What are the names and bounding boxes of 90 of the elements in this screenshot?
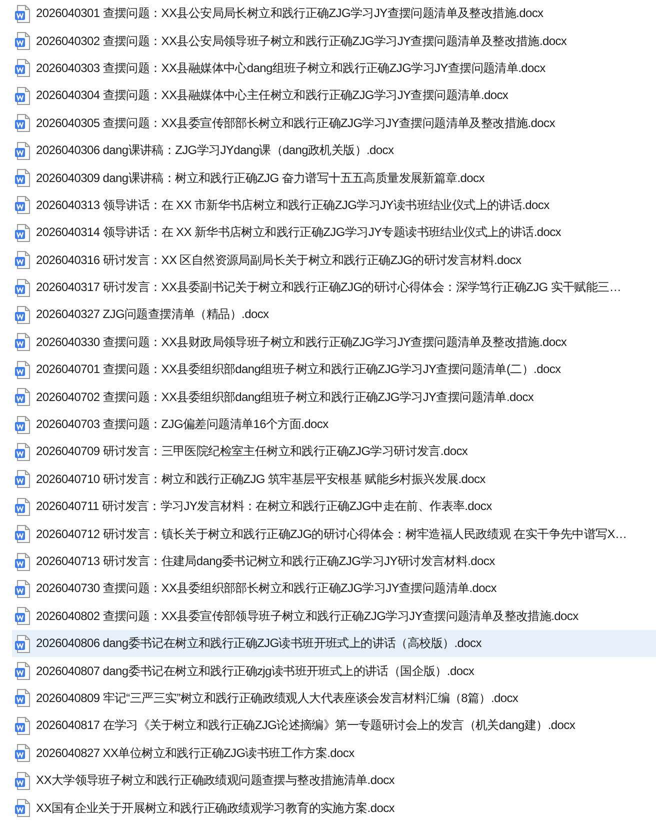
file-name: 2026040703 查摆问题：ZJG偏差问题清单16个方面.docx <box>36 416 328 434</box>
file-row[interactable]: 2026040313 领导讲话：在 XX 市新华书店树立和践行正确ZJG学习JY读书班结业仪式上的讲话.docx <box>12 192 656 220</box>
file-row[interactable]: XX大学领导班子树立和践行正确政绩观问题查摆与整改措施清单.docx <box>12 766 656 794</box>
file-name: 2026040327 ZJG问题查摆清单（精品）.docx <box>36 306 269 324</box>
file-row[interactable]: 2026040807 dang委书记在树立和践行正确zjg读书班开班式上的讲话（国企版）.docx <box>12 657 656 685</box>
document-icon <box>15 634 31 653</box>
document-icon <box>15 442 31 461</box>
file-row[interactable]: 2026040806 dang委书记在树立和践行正确ZJG读书班开班式上的讲话（高校版）.docx <box>12 630 656 658</box>
file-name: 2026040302 查摆问题：XX县公安局领导班子树立和践行正确ZJG学习JY查摆问题清单及整改措施.docx <box>36 32 567 50</box>
file-row[interactable]: 2026040730 查摆问题：XX县委组织部部长树立和践行正确ZJG学习JY查摆问题清单.docx <box>12 575 656 603</box>
document-icon <box>15 744 31 762</box>
file-name: 2026040802 查摆问题：XX县委宣传部领导班子树立和践行正确ZJG学习JY查摆问题清单及整改措施.docx <box>36 608 578 625</box>
file-name: 2026040301 查摆问题：XX县公安局局长树立和践行正确ZJG学习JY查摆问题清单及整改措施.docx <box>36 5 544 22</box>
document-icon <box>15 4 31 23</box>
file-name: 2026040702 查摆问题：XX县委组织部dang组班子树立和践行正确ZJG学习JY查摆问题清单.docx <box>36 388 534 406</box>
file-row[interactable]: XX国有企业关于开展树立和践行正确政绩观学习教育的实施方案.docx <box>12 794 656 822</box>
file-row[interactable]: 2026040817 在学习《关于树立和践行正确ZJG论述摘编》第一专题研讨会上的发言（机关dang建）.docx <box>12 712 656 740</box>
document-icon <box>15 169 31 188</box>
document-icon <box>15 552 31 570</box>
file-name: 2026040809 牢记“三严三实”树立和践行正确政绩观人大代表座谈会发言材料汇编（8篇）.docx <box>36 690 518 707</box>
document-icon <box>15 333 31 352</box>
file-row[interactable]: 2026040709 研讨发言：三甲医院纪检室主任树立和践行正确ZJG学习研讨发言.docx <box>12 438 656 466</box>
document-icon <box>15 251 31 270</box>
file-row[interactable]: 2026040304 查摆问题：XX县融媒体中心主任树立和践行正确ZJG学习JY查摆问题清单.docx <box>12 82 656 110</box>
document-icon <box>15 662 31 680</box>
document-icon <box>15 278 31 297</box>
file-row[interactable]: 2026040701 查摆问题：XX县委组织部dang组班子树立和践行正确ZJG学习JY查摆问题清单(二）.docx <box>12 356 656 384</box>
document-icon <box>15 59 31 78</box>
file-name: 2026040316 研讨发言：XX 区自然资源局副局长关于树立和践行正确ZJG的研讨发言材料.docx <box>36 252 522 269</box>
file-row[interactable]: 2026040302 查摆问题：XX县公安局领导班子树立和践行正确ZJG学习JY查摆问题清单及整改措施.docx <box>12 27 656 55</box>
file-row[interactable]: 2026040827 XX单位树立和践行正确ZJG读书班工作方案.docx <box>12 740 656 767</box>
file-name: 2026040713 研讨发言：住建局dang委书记树立和践行正确ZJG学习JY研讨发言材料.docx <box>36 553 495 570</box>
file-name: 2026040314 领导讲话：在 XX 新华书店树立和践行正确ZJG学习JY专题读书班结业仪式上的讲话.docx <box>36 224 561 242</box>
file-row[interactable]: 2026040309 dang课讲稿：树立和践行正确ZJG 奋力谱写十五五高质量发展新篇章.docx <box>12 164 656 192</box>
file-name: 2026040313 领导讲话：在 XX 市新华书店树立和践行正确ZJG学习JY读书班结业仪式上的讲话.docx <box>36 196 550 214</box>
file-row[interactable]: 2026040802 查摆问题：XX县委宣传部领导班子树立和践行正确ZJG学习JY查摆问题清单及整改措施.docx <box>12 602 656 630</box>
file-name: 2026040306 dang课讲稿：ZJG学习JYdang课（dang政机关版）.docx <box>36 142 394 160</box>
document-icon <box>15 689 31 708</box>
file-row[interactable]: 2026040327 ZJG问题查摆清单（精品）.docx <box>12 301 656 329</box>
document-icon <box>15 360 31 379</box>
file-name: 2026040806 dang委书记在树立和践行正确ZJG读书班开班式上的讲话（高校版）.docx <box>36 635 482 652</box>
file-row[interactable]: 2026040306 dang课讲稿：ZJG学习JYdang课（dang政机关版）.docx <box>12 136 656 164</box>
file-name: 2026040711 研讨发言：学习JY发言材料：在树立和践行正确ZJG中走在前、作表率.docx <box>36 498 492 516</box>
file-name: 2026040710 研讨发言：树立和践行正确ZJG 筑牢基层平安根基 赋能乡村振兴发展.docx <box>36 470 486 488</box>
document-icon <box>15 142 31 160</box>
document-icon <box>15 799 31 818</box>
file-name: 2026040709 研讨发言：三甲医院纪检室主任树立和践行正确ZJG学习研讨发言.docx <box>36 443 468 460</box>
file-row[interactable]: 2026040305 查摆问题：XX县委宣传部部长树立和践行正确ZJG学习JY查摆问题清单及整改措施.docx <box>12 110 656 137</box>
file-row[interactable]: 2026040303 查摆问题：XX县融媒体中心dang组班子树立和践行正确ZJG学习JY查摆问题清单.docx <box>12 54 656 82</box>
document-icon <box>15 525 31 544</box>
document-icon <box>15 580 31 598</box>
file-name: 2026040304 查摆问题：XX县融媒体中心主任树立和践行正确ZJG学习JY查摆问题清单.docx <box>36 87 508 104</box>
file-row[interactable]: 2026040710 研讨发言：树立和践行正确ZJG 筑牢基层平安根基 赋能乡村振兴发展.docx <box>12 466 656 494</box>
file-name: 2026040817 在学习《关于树立和践行正确ZJG论述摘编》第一专题研讨会上的发言（机关dang建）.docx <box>36 717 576 734</box>
file-row[interactable]: 2026040316 研讨发言：XX 区自然资源局副局长关于树立和践行正确ZJG的研讨发言材料.docx <box>12 246 656 274</box>
document-icon <box>15 196 31 214</box>
file-row[interactable]: 2026040703 查摆问题：ZJG偏差问题清单16个方面.docx <box>12 410 656 438</box>
file-row[interactable]: 2026040330 查摆问题：XX县财政局领导班子树立和践行正确ZJG学习JY查摆问题清单及整改措施.docx <box>12 328 656 356</box>
file-name: 2026040730 查摆问题：XX县委组织部部长树立和践行正确ZJG学习JY查摆问题清单.docx <box>36 580 496 598</box>
file-name: 2026040303 查摆问题：XX县融媒体中心dang组班子树立和践行正确ZJG学习JY查摆问题清单.docx <box>36 60 546 77</box>
document-icon <box>15 388 31 406</box>
document-icon <box>15 224 31 242</box>
file-row[interactable]: 2026040301 查摆问题：XX县公安局局长树立和践行正确ZJG学习JY查摆问题清单及整改措施.docx <box>12 0 656 28</box>
document-icon <box>15 716 31 735</box>
file-name: 2026040309 dang课讲稿：树立和践行正确ZJG 奋力谱写十五五高质量发展新篇章.docx <box>36 170 484 187</box>
file-name: 2026040827 XX单位树立和践行正确ZJG读书班工作方案.docx <box>36 744 354 762</box>
document-icon <box>15 416 31 434</box>
document-icon <box>15 772 31 790</box>
document-icon <box>15 607 31 626</box>
file-row[interactable]: 2026040702 查摆问题：XX县委组织部dang组班子树立和践行正确ZJG学习JY查摆问题清单.docx <box>12 383 656 411</box>
document-icon <box>15 32 31 50</box>
file-row[interactable]: 2026040314 领导讲话：在 XX 新华书店树立和践行正确ZJG学习JY专题读书班结业仪式上的讲话.docx <box>12 219 656 247</box>
file-name: 2026040317 研讨发言：XX县委副书记关于树立和践行正确ZJG的研讨心得体会：深学笃行正确ZJG 实干赋能三… <box>36 279 622 296</box>
file-name: 2026040330 查摆问题：XX县财政局领导班子树立和践行正确ZJG学习JY查摆问题清单及整改措施.docx <box>36 334 567 351</box>
file-name: 2026040701 查摆问题：XX县委组织部dang组班子树立和践行正确ZJG学习JY查摆问题清单(二）.docx <box>36 361 561 378</box>
file-name: XX大学领导班子树立和践行正确政绩观问题查摆与整改措施清单.docx <box>36 772 394 790</box>
file-name: 2026040305 查摆问题：XX县委宣传部部长树立和践行正确ZJG学习JY查摆问题清单及整改措施.docx <box>36 114 555 132</box>
file-name: XX国有企业关于开展树立和践行正确政绩观学习教育的实施方案.docx <box>36 800 394 817</box>
file-name: 2026040807 dang委书记在树立和践行正确zjg读书班开班式上的讲话（国企版）.docx <box>36 662 474 680</box>
document-icon <box>15 470 31 488</box>
file-name: 2026040712 研讨发言：镇长关于树立和践行正确ZJG的研讨心得体会：树牢造福人民政绩观 在实干争先中谱写X… <box>36 526 627 543</box>
document-icon <box>15 498 31 516</box>
document-icon <box>15 86 31 105</box>
file-row[interactable]: 2026040317 研讨发言：XX县委副书记关于树立和践行正确ZJG的研讨心得体会：深学笃行正确ZJG 实干赋能三… <box>12 274 656 302</box>
file-row[interactable]: 2026040712 研讨发言：镇长关于树立和践行正确ZJG的研讨心得体会：树牢造福人民政绩观 在实干争先中谱写X… <box>12 520 656 548</box>
file-row[interactable]: 2026040713 研讨发言：住建局dang委书记树立和践行正确ZJG学习JY研讨发言材料.docx <box>12 548 656 576</box>
file-row[interactable]: 2026040809 牢记“三严三实”树立和践行正确政绩观人大代表座谈会发言材料汇编（8篇）.docx <box>12 684 656 712</box>
file-row[interactable]: 2026040711 研讨发言：学习JY发言材料：在树立和践行正确ZJG中走在前、作表率.docx <box>12 493 656 520</box>
document-icon <box>15 114 31 132</box>
document-icon <box>15 306 31 324</box>
